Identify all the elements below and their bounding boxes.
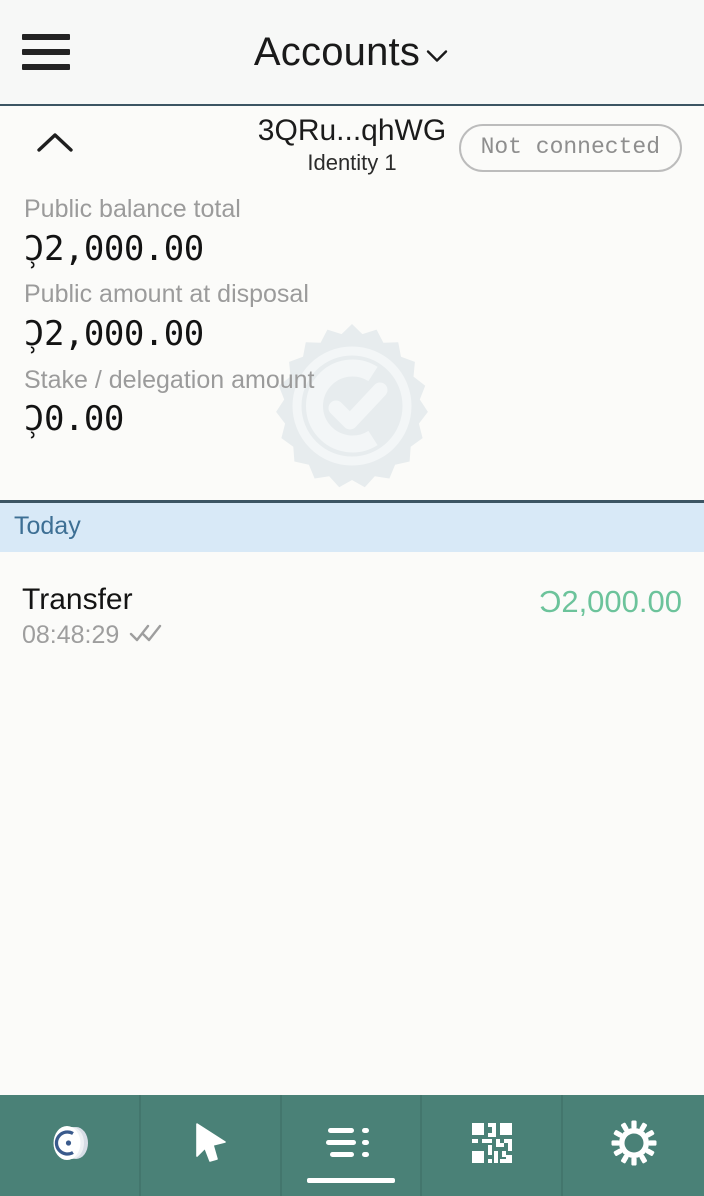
double-check-icon [129,623,163,648]
list-item[interactable]: Transfer 08:48:29 Ɔ2,000.00 [0,578,704,661]
connection-status-badge[interactable]: Not connected [459,124,682,172]
wallet-app: Accounts 3QRu...qhWG Identity 1 Not conn… [0,0,704,1196]
coins-stack-icon [43,1121,95,1170]
gear-icon [611,1120,657,1171]
balance-value: Ɔ̹2,000.00 [24,312,704,357]
transaction-list[interactable]: Transfer 08:48:29 Ɔ2,000.00 [0,552,704,1095]
balance-label: Public amount at disposal [24,277,704,312]
nav-item-scan[interactable] [422,1095,563,1196]
transaction-subline: 08:48:29 [22,621,163,650]
transaction-area: Today Transfer 08:48:29 Ɔ2, [0,503,704,1095]
account-header: 3QRu...qhWG Identity 1 Not connected [0,106,704,186]
balance-value: Ɔ̹0.00 [24,397,704,442]
balance-label: Public balance total [24,192,704,227]
bottom-navigation-bar [0,1095,704,1196]
top-app-bar: Accounts [0,0,704,106]
account-summary-card: 3QRu...qhWG Identity 1 Not connected Pub… [0,106,704,503]
balance-value: Ɔ̹2,000.00 [24,227,704,272]
transaction-amount: Ɔ2,000.00 [539,582,682,620]
chevron-down-icon [424,43,450,69]
hamburger-icon[interactable] [22,34,70,70]
transaction-time: 08:48:29 [22,621,119,650]
hamburger-bar [22,34,70,40]
transaction-details: Transfer 08:48:29 [22,582,163,651]
balance-label: Stake / delegation amount [24,363,704,398]
nav-item-settings[interactable] [563,1095,704,1196]
accounts-title-dropdown[interactable]: Accounts [0,30,704,75]
nav-item-accounts[interactable] [0,1095,141,1196]
balance-list: Public balance total Ɔ̹2,000.00 Public a… [0,186,704,442]
page-title: Accounts [254,30,420,75]
transaction-day-header: Today [0,503,704,552]
transaction-list-icon [324,1126,378,1165]
nav-item-send[interactable] [141,1095,282,1196]
qr-code-icon [470,1121,514,1170]
chevron-up-icon[interactable] [28,122,82,164]
send-pointer-icon [189,1120,231,1171]
nav-item-transactions[interactable] [282,1095,423,1196]
transaction-title: Transfer [22,582,163,619]
hamburger-bar [22,49,70,55]
active-tab-indicator [307,1178,395,1183]
hamburger-bar [22,64,70,70]
